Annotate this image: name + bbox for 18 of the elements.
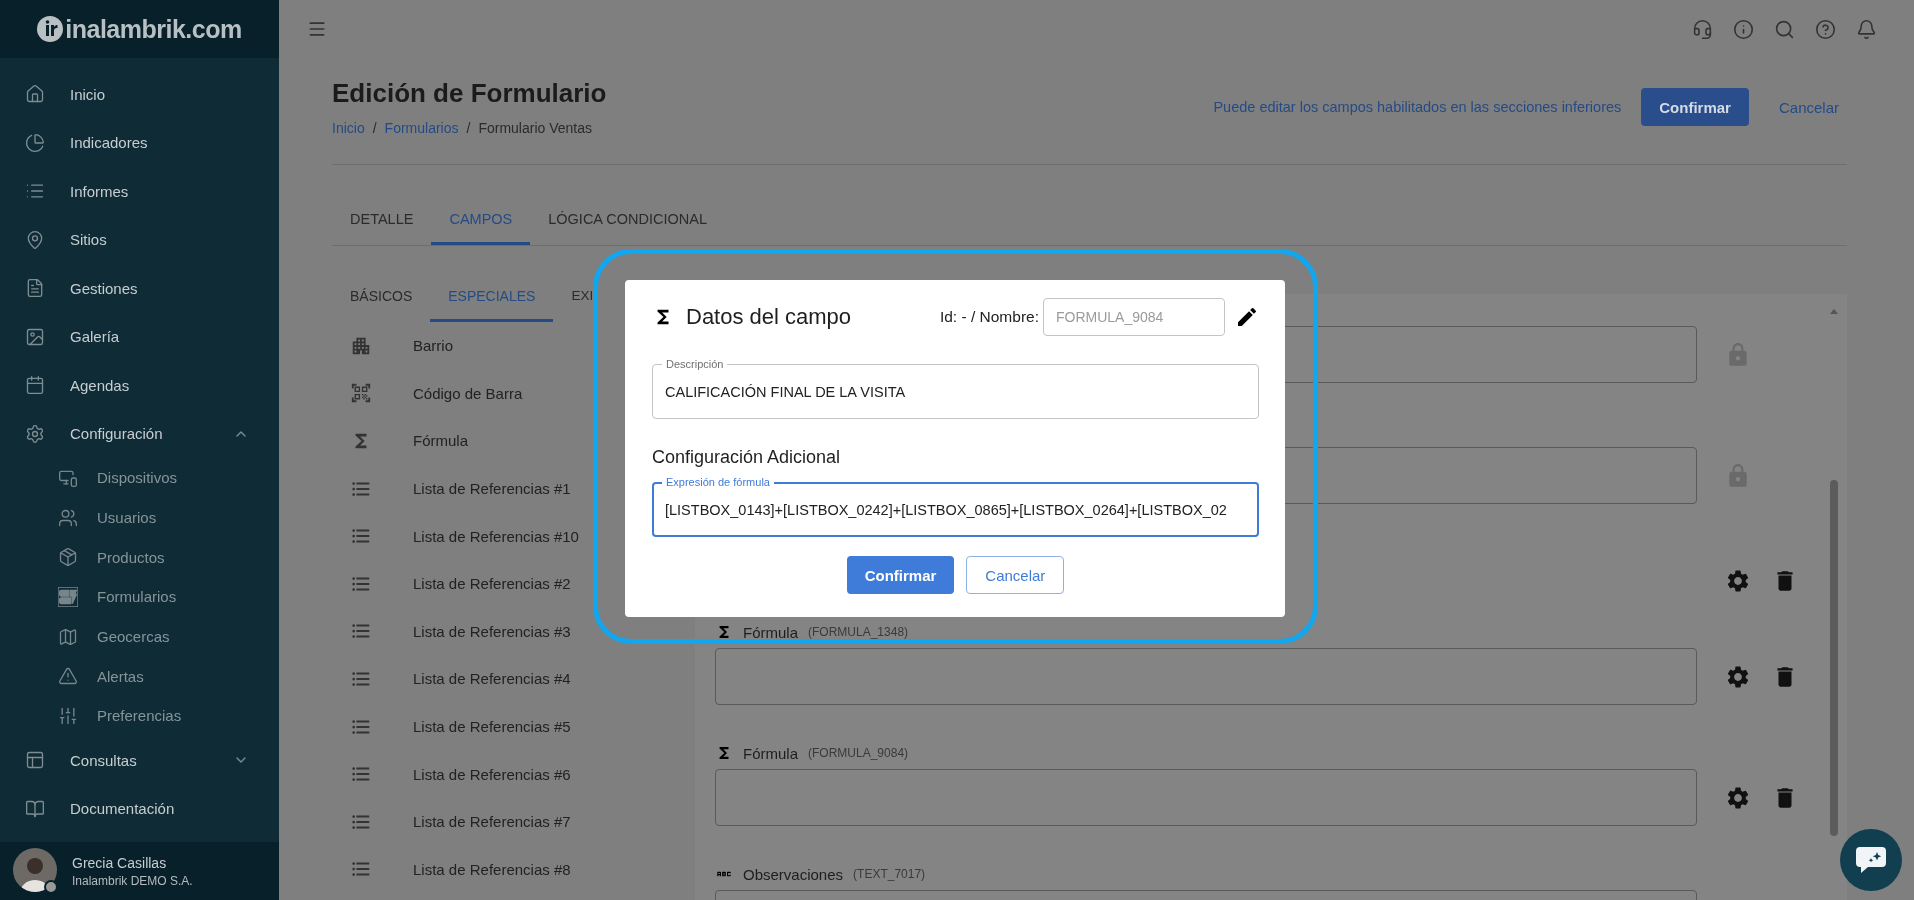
- field-code: (FORMULA_9084): [808, 746, 909, 760]
- field-code: (FORMULA_1348): [808, 625, 909, 639]
- breadcrumb-separator: /: [372, 119, 377, 138]
- user-name: Grecia Casillas: [72, 854, 168, 871]
- field-name: Observaciones: [743, 865, 844, 883]
- user-company: Inalambrik DEMO S.A.: [72, 873, 193, 888]
- field-label: Descripción: [662, 358, 728, 370]
- id-label: Id: - / Nombre:: [939, 308, 1039, 326]
- notice-text: Puede editar los campos habilitados en las secciones inferiores: [1213, 99, 1622, 115]
- section-title: Configuración Adicional: [652, 446, 842, 468]
- breadcrumb-separator: /: [466, 119, 471, 138]
- field-name: Fórmula: [743, 744, 798, 762]
- dialog-title: Datos del campo: [686, 304, 853, 330]
- field-name: Fórmula: [743, 623, 798, 641]
- field-code: (TEXT_7017): [853, 867, 926, 881]
- breadcrumb-current: Formulario Ventas: [478, 119, 592, 138]
- page-title: Edición de Formulario: [332, 77, 607, 110]
- field-label: Expresión de fórmula: [662, 476, 774, 488]
